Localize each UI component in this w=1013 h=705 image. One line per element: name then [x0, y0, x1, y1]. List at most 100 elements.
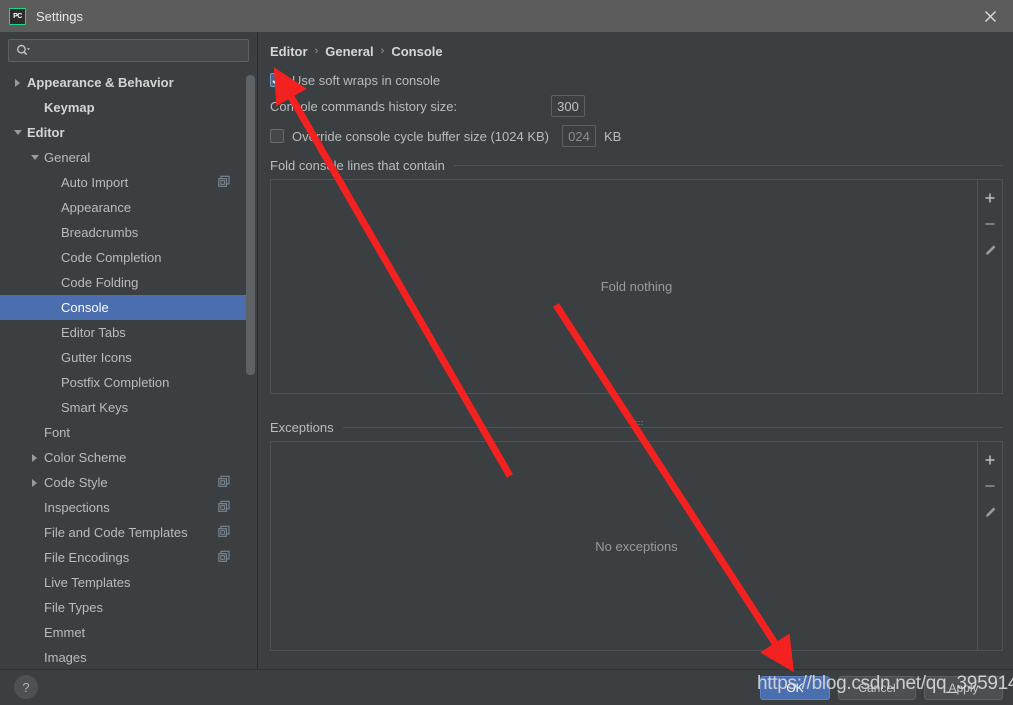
search-box[interactable] [8, 39, 249, 62]
chevron-right-icon[interactable] [12, 77, 23, 88]
search-icon [16, 44, 30, 57]
sidebar-item-label: File Encodings [44, 550, 130, 565]
exceptions-empty-text: No exceptions [595, 538, 678, 554]
pencil-icon [985, 506, 995, 517]
sidebar-item-console[interactable]: Console [0, 295, 250, 320]
logo-text: PC [13, 12, 22, 20]
sidebar-item-label: Auto Import [61, 175, 129, 190]
close-icon[interactable] [967, 0, 1013, 32]
sidebar-item-label: Keymap [44, 100, 95, 115]
sidebar-item-emmet[interactable]: Emmet [0, 620, 250, 645]
sidebar-item-smart-keys[interactable]: Smart Keys [0, 395, 250, 420]
fold-section-title: Fold console lines that contain [270, 158, 445, 173]
sidebar-item-label: Inspections [44, 500, 110, 515]
section-divider [342, 427, 1003, 428]
breadcrumb: Editor › General › Console [270, 40, 1003, 62]
settings-tree[interactable]: Appearance & Behavior Keymap Editor General… [0, 70, 250, 669]
sidebar-item-appearance[interactable]: Appearance [0, 195, 250, 220]
sidebar-item-label: General [44, 150, 91, 165]
exceptions-add-button[interactable] [978, 447, 1002, 473]
cycle-buffer-label[interactable]: Override console cycle buffer size (1024… [292, 129, 549, 144]
pencil-icon [985, 244, 995, 255]
sidebar-item-label: Editor [27, 125, 65, 140]
sidebar-item-editor[interactable]: Editor [0, 120, 250, 145]
chevron-down-icon[interactable] [12, 127, 23, 138]
cycle-buffer-input[interactable] [562, 125, 596, 147]
sidebar-item-code-completion[interactable]: Code Completion [0, 245, 250, 270]
sidebar-item-inspections[interactable]: Inspections [0, 495, 250, 520]
sidebar-item-file-encodings[interactable]: File Encodings [0, 545, 250, 570]
sidebar-item-editor-tabs[interactable]: Editor Tabs [0, 320, 250, 345]
chevron-right-icon[interactable] [29, 477, 40, 488]
exceptions-edit-button[interactable] [978, 499, 1002, 525]
history-size-input[interactable] [551, 95, 585, 117]
fold-add-button[interactable] [978, 185, 1002, 211]
settings-sync-icon [218, 550, 230, 565]
pycharm-logo-icon: PC [9, 7, 26, 25]
sidebar-item-images[interactable]: Images [0, 645, 250, 669]
sidebar-item-label: Breadcrumbs [61, 225, 139, 240]
soft-wraps-row: Use soft wraps in console [270, 67, 1003, 93]
sidebar-item-label: Appearance [61, 200, 132, 215]
sidebar-item-label: Code Completion [61, 250, 162, 265]
sidebar-item-keymap[interactable]: Keymap [0, 95, 250, 120]
sidebar-item-font[interactable]: Font [0, 420, 250, 445]
fold-section-title-row: Fold console lines that contain [270, 158, 1003, 173]
fold-edit-button[interactable] [978, 237, 1002, 263]
search-wrapper [0, 32, 257, 68]
watermark-text: https://blog.csdn.net/qq_39591494 [757, 673, 1013, 694]
history-size-row: Console commands history size: [270, 93, 1003, 119]
sidebar-item-label: Editor Tabs [61, 325, 126, 340]
cycle-buffer-checkbox[interactable] [270, 129, 284, 143]
breadcrumb-item-1[interactable]: General [325, 44, 373, 59]
sidebar-item-label: Live Templates [44, 575, 131, 590]
chevron-down-icon[interactable] [29, 152, 40, 163]
sidebar-item-label: Gutter Icons [61, 350, 132, 365]
sidebar-item-postfix-completion[interactable]: Postfix Completion [0, 370, 250, 395]
exceptions-list-box[interactable]: No exceptions [270, 441, 1003, 651]
minus-icon [985, 485, 995, 487]
history-size-label: Console commands history size: [270, 98, 458, 114]
sidebar-item-file-types[interactable]: File Types [0, 595, 250, 620]
sidebar-item-label: Images [44, 650, 87, 665]
fold-remove-button[interactable] [978, 211, 1002, 237]
sidebar-item-label: Console [61, 300, 109, 315]
sidebar-item-label: File Types [44, 600, 104, 615]
sidebar-item-code-style[interactable]: Code Style [0, 470, 250, 495]
soft-wraps-label[interactable]: Use soft wraps in console [292, 73, 440, 88]
settings-sync-icon [218, 500, 230, 515]
sidebar-scrollbar-thumb[interactable] [246, 75, 255, 375]
help-button[interactable]: ? [14, 675, 38, 699]
minus-icon [985, 223, 995, 225]
window-title: Settings [36, 8, 83, 24]
sidebar-item-file-and-code-templates[interactable]: File and Code Templates [0, 520, 250, 545]
settings-sidebar: Appearance & Behavior Keymap Editor General… [0, 32, 258, 669]
chevron-right-icon: › [380, 45, 385, 57]
fold-empty-text: Fold nothing [600, 279, 673, 294]
search-input[interactable] [30, 43, 248, 58]
sidebar-item-code-folding[interactable]: Code Folding [0, 270, 250, 295]
sidebar-item-color-scheme[interactable]: Color Scheme [0, 445, 250, 470]
sidebar-item-appearance-behavior[interactable]: Appearance & Behavior [0, 70, 250, 95]
chevron-right-icon[interactable] [29, 452, 40, 463]
sidebar-item-live-templates[interactable]: Live Templates [0, 570, 250, 595]
sidebar-item-label: Appearance & Behavior [27, 75, 174, 90]
settings-sync-icon [218, 175, 230, 190]
sidebar-item-auto-import[interactable]: Auto Import [0, 170, 250, 195]
fold-list-box[interactable]: Fold nothing [270, 179, 1003, 394]
settings-sync-icon [218, 475, 230, 490]
breadcrumb-item-2: Console [391, 43, 443, 59]
sidebar-item-label: Smart Keys [61, 400, 129, 415]
sidebar-item-gutter-icons[interactable]: Gutter Icons [0, 345, 250, 370]
sidebar-item-breadcrumbs[interactable]: Breadcrumbs [0, 220, 250, 245]
sidebar-item-label: Emmet [44, 625, 86, 640]
sidebar-scrollbar-track[interactable] [246, 75, 255, 671]
sidebar-item-general[interactable]: General [0, 145, 250, 170]
plus-icon [985, 455, 995, 465]
settings-sync-icon [218, 525, 230, 540]
breadcrumb-item-0[interactable]: Editor [270, 44, 308, 59]
panel-splitter-grip[interactable] [629, 421, 643, 425]
sidebar-item-label: Postfix Completion [61, 375, 170, 390]
exceptions-remove-button[interactable] [978, 473, 1002, 499]
soft-wraps-checkbox[interactable] [270, 73, 284, 87]
